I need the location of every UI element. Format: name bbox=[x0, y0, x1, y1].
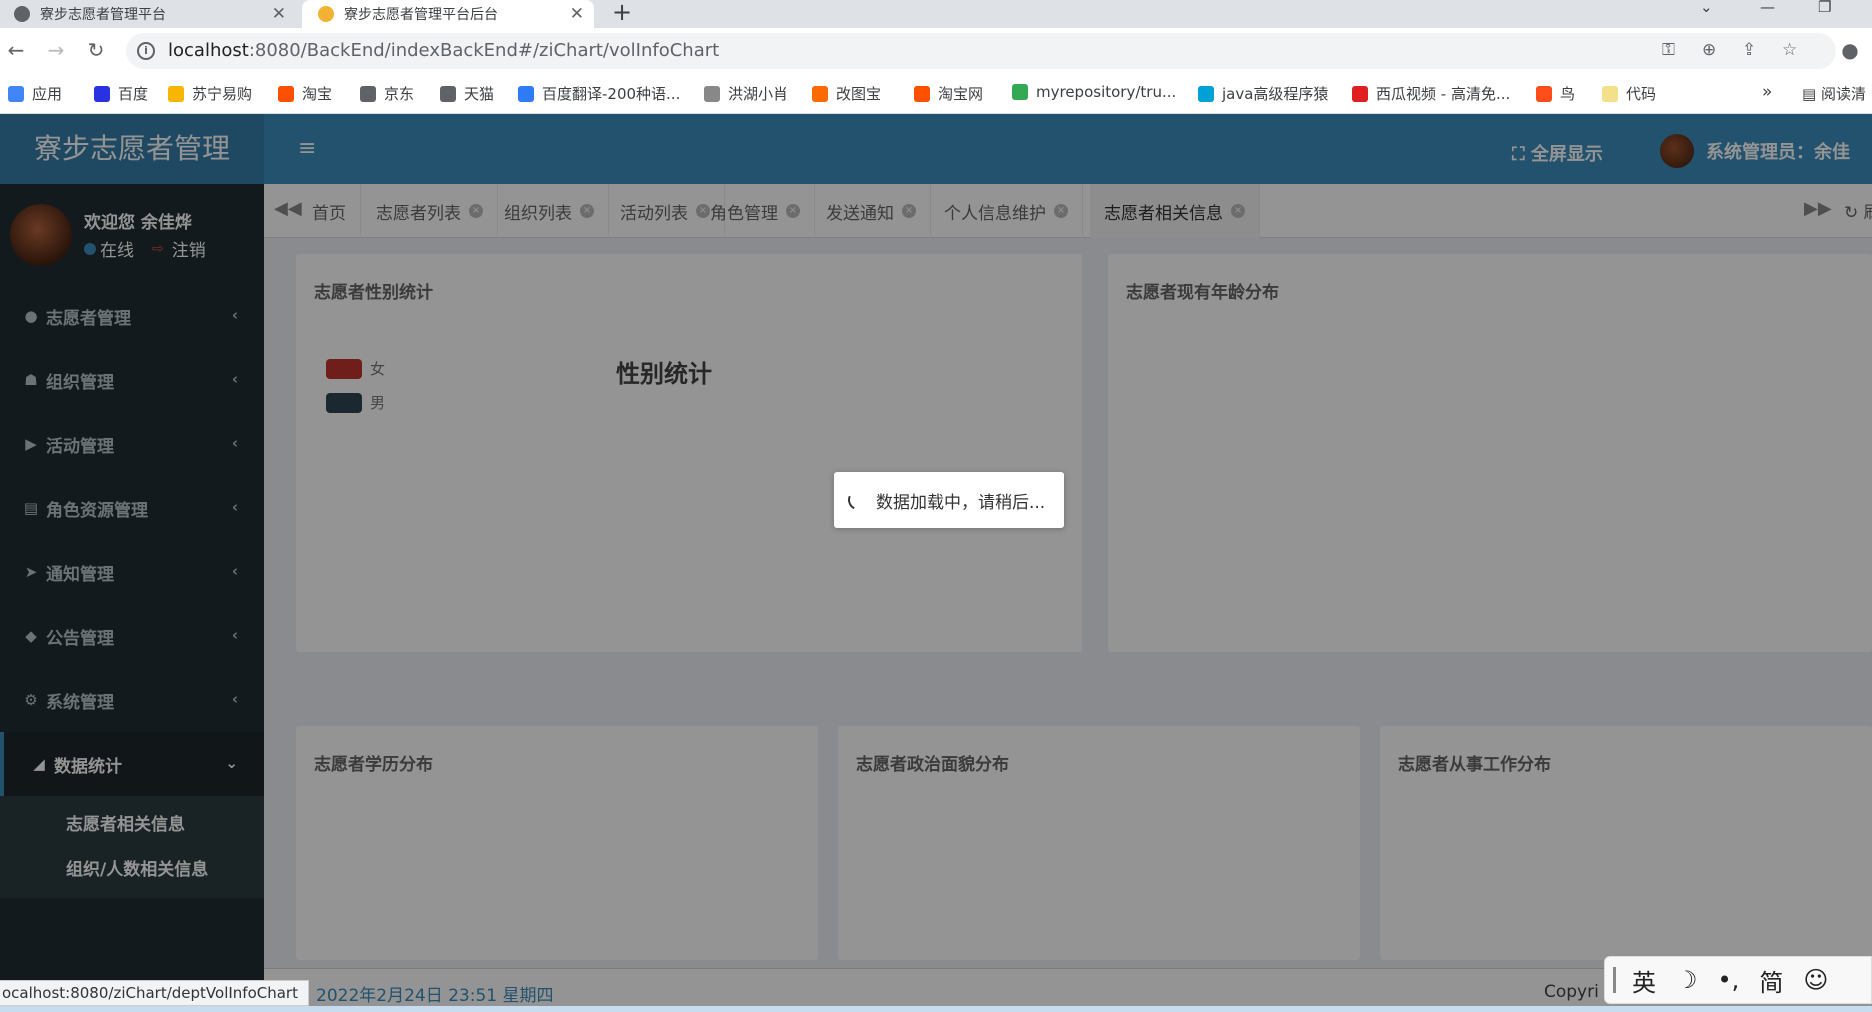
bookmarks-overflow-button[interactable]: » bbox=[1762, 82, 1772, 102]
profile-icon[interactable]: ● bbox=[1838, 38, 1862, 62]
bookmark-favicon-icon bbox=[812, 85, 828, 102]
bookmark-item[interactable]: 百度 bbox=[94, 83, 148, 104]
taskbar-edge bbox=[0, 1006, 1872, 1012]
restore-icon[interactable]: ❐ bbox=[1818, 0, 1831, 16]
browser-tab-active[interactable]: 寮步志愿者管理平台后台 ✕ bbox=[302, 0, 594, 28]
bookmark-label: 洪湖小肖 bbox=[728, 85, 789, 103]
bookmark-favicon-icon bbox=[1012, 84, 1028, 100]
bookmark-favicon-icon bbox=[278, 85, 294, 102]
bookmark-item[interactable]: 洪湖小肖 bbox=[704, 83, 788, 104]
bookmark-favicon-icon bbox=[704, 85, 720, 102]
zoom-icon[interactable]: ⊕ bbox=[1702, 40, 1716, 60]
bookmark-label: 鸟 bbox=[1560, 85, 1576, 103]
close-tab-icon[interactable]: ✕ bbox=[570, 4, 584, 24]
ime-toolbar: 英 ☽ •, 简 ☺ bbox=[1604, 956, 1872, 1004]
bookmark-item[interactable]: 西瓜视频 - 高清免... bbox=[1352, 83, 1510, 104]
minimize-icon[interactable]: — bbox=[1760, 0, 1775, 16]
bookmark-label: 淘宝网 bbox=[938, 85, 984, 103]
address-bar-row: ← → ↻ i localhost:8080/BackEnd/indexBack… bbox=[0, 28, 1872, 74]
ime-language-toggle[interactable]: 英 bbox=[1632, 963, 1656, 998]
bookmark-label: 应用 bbox=[32, 85, 63, 103]
bookmark-label: 京东 bbox=[384, 85, 415, 103]
browser-tab-title: 寮步志愿者管理平台 bbox=[40, 7, 166, 23]
new-tab-button[interactable]: + bbox=[612, 0, 632, 26]
back-icon[interactable]: ← bbox=[4, 38, 28, 62]
bookmark-item[interactable]: myrepository/tru... bbox=[1012, 83, 1176, 101]
bookmark-label: myrepository/tru... bbox=[1036, 83, 1177, 101]
bookmark-item[interactable]: 应用 bbox=[8, 83, 62, 104]
site-favicon-icon bbox=[318, 6, 334, 22]
link-status-bar: ocalhost:8080/ziChart/deptVolInfoChart bbox=[0, 980, 309, 1006]
bookmarks-bar: 应用 百度 苏宁易购 淘宝 京东 天猫 百度翻译-200种语... 洪湖小肖 改图宝 淘宝网 myr… bbox=[0, 74, 1872, 114]
bookmark-favicon-icon bbox=[168, 85, 184, 102]
bookmark-favicon-icon bbox=[914, 85, 930, 102]
bookmark-favicon-icon bbox=[1536, 85, 1552, 102]
bookmark-item[interactable]: 京东 bbox=[360, 83, 414, 104]
loading-mask bbox=[0, 114, 1872, 1012]
bookmark-favicon-icon bbox=[440, 85, 456, 102]
ime-grip-icon[interactable] bbox=[1613, 967, 1616, 993]
bookmark-favicon-icon bbox=[8, 85, 24, 102]
bookmark-favicon-icon bbox=[360, 85, 376, 102]
close-tab-icon[interactable]: ✕ bbox=[272, 4, 286, 24]
bookmark-item[interactable]: 天猫 bbox=[440, 83, 494, 104]
bookmark-favicon-icon bbox=[1352, 85, 1368, 102]
site-info-icon[interactable]: i bbox=[137, 42, 155, 60]
bookmark-item[interactable]: 鸟 bbox=[1536, 83, 1575, 104]
loading-spinner-icon bbox=[845, 487, 871, 513]
reload-icon[interactable]: ↻ bbox=[84, 38, 108, 62]
browser-tab-strip: 寮步志愿者管理平台 ✕ 寮步志愿者管理平台后台 ✕ + ⌄ — ❐ bbox=[0, 0, 1872, 28]
bookmark-item[interactable]: 苏宁易购 bbox=[168, 83, 252, 104]
bookmark-favicon-icon bbox=[94, 85, 110, 102]
reading-list-label: 阅读清 bbox=[1820, 85, 1866, 103]
forward-icon[interactable]: → bbox=[44, 38, 68, 62]
bookmark-item[interactable]: 改图宝 bbox=[812, 83, 881, 104]
browser-tab[interactable]: 寮步志愿者管理平台 ✕ bbox=[0, 0, 296, 28]
browser-tab-title: 寮步志愿者管理平台后台 bbox=[344, 7, 498, 23]
bookmark-label: java高级程序猿 bbox=[1222, 85, 1329, 103]
ime-punctuation-icon[interactable]: •, bbox=[1718, 966, 1740, 994]
bookmark-item[interactable]: 淘宝网 bbox=[914, 83, 983, 104]
bookmark-label: 西瓜视频 - 高清免... bbox=[1376, 85, 1511, 103]
bookmark-label: 百度 bbox=[118, 85, 149, 103]
loading-text: 数据加载中，请稍后... bbox=[876, 492, 1046, 513]
bookmark-favicon-icon bbox=[1198, 85, 1214, 102]
ime-simplified-toggle[interactable]: 简 bbox=[1759, 963, 1783, 998]
bookmark-favicon-icon bbox=[1602, 85, 1618, 102]
url-text[interactable]: localhost:8080/BackEnd/indexBackEnd#/ziC… bbox=[168, 40, 719, 61]
bookmark-label: 百度翻译-200种语... bbox=[542, 85, 681, 103]
bookmark-item[interactable]: 代码 bbox=[1602, 83, 1656, 104]
bookmark-star-icon[interactable]: ☆ bbox=[1782, 40, 1797, 60]
bookmark-item[interactable]: 淘宝 bbox=[278, 83, 332, 104]
loading-dialog: 数据加载中，请稍后... bbox=[834, 472, 1064, 528]
bookmark-label: 代码 bbox=[1626, 85, 1657, 103]
bookmark-favicon-icon bbox=[518, 85, 534, 102]
ime-moon-icon[interactable]: ☽ bbox=[1676, 966, 1698, 994]
bookmark-item[interactable]: java高级程序猿 bbox=[1198, 83, 1328, 104]
ime-emoji-icon[interactable]: ☺ bbox=[1803, 966, 1828, 994]
omnibox[interactable]: i localhost:8080/BackEnd/indexBackEnd#/z… bbox=[126, 33, 1836, 69]
bookmark-label: 改图宝 bbox=[836, 85, 882, 103]
globe-icon bbox=[14, 6, 30, 22]
password-key-icon[interactable]: ⚿ bbox=[1662, 40, 1675, 60]
reading-list-button[interactable]: ▤ 阅读清 bbox=[1802, 83, 1866, 104]
bookmark-label: 淘宝 bbox=[302, 85, 333, 103]
share-icon[interactable]: ⇪ bbox=[1742, 40, 1756, 60]
bookmark-label: 苏宁易购 bbox=[192, 85, 253, 103]
tab-search-icon[interactable]: ⌄ bbox=[1700, 0, 1713, 16]
bookmark-label: 天猫 bbox=[464, 85, 495, 103]
bookmark-item[interactable]: 百度翻译-200种语... bbox=[518, 83, 680, 104]
reading-list-icon: ▤ bbox=[1802, 85, 1821, 103]
